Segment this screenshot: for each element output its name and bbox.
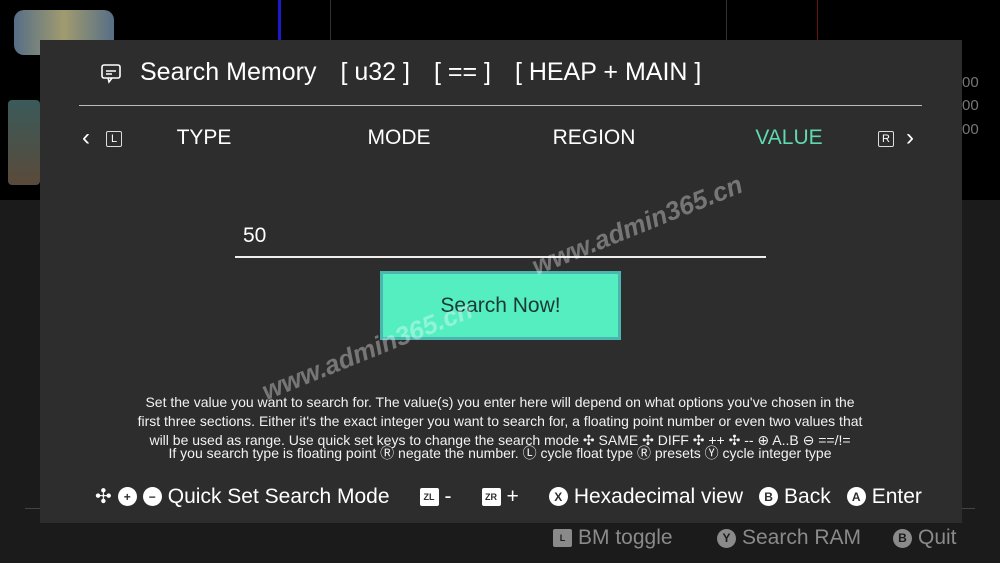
l-button-icon: L [106,131,122,147]
search-ram-hint[interactable]: Y Search RAM [717,526,861,550]
bg-line [817,0,818,40]
plus-button-icon: + [117,487,137,506]
dpad-icon: ✣ [95,486,112,508]
help-text: Set the value you want to search for. Th… [100,393,900,463]
r-button-icon: R [878,131,894,147]
value-input[interactable]: 50 [235,220,766,258]
bg-number: 00 [962,74,979,91]
hint-label: BM toggle [578,526,673,549]
tab-region[interactable]: REGION [553,126,636,150]
memory-icon [101,63,121,84]
bg-line [278,0,281,40]
tab-bar: ‹ L TYPE MODE REGION VALUE R › [80,124,922,154]
hexadecimal-view-hint[interactable]: Hexadecimal view [574,485,743,509]
quick-set-label: Quick Set Search Mode [167,484,390,508]
x-button-icon: X [548,487,568,506]
zl-button-icon: ZL [419,487,439,506]
hint-label: Search RAM [742,526,862,549]
quit-hint[interactable]: B Quit [893,526,957,550]
y-button-icon: Y [717,528,736,548]
enter-hint[interactable]: Enter [872,485,922,509]
chevron-left-icon[interactable]: ‹ [82,124,90,152]
bm-toggle-hint[interactable]: L BM toggle [553,526,673,550]
bg-line [330,0,331,40]
title-divider [79,105,922,106]
l-button-icon: L [553,529,572,547]
bg-line [726,0,727,40]
mode-tag: [ == ] [433,58,491,86]
tab-value[interactable]: VALUE [755,126,822,150]
b-button-icon: B [759,487,779,506]
dialog-title: Search Memory [ u32 ] [ == ] [ HEAP + MA… [100,58,725,87]
bg-number: 00 [962,97,979,114]
search-now-button[interactable]: Search Now! [380,271,621,340]
help-line: Set the value you want to search for. Th… [145,394,855,410]
tab-type[interactable]: TYPE [177,126,232,150]
zl-label: - [444,484,452,508]
region-tag: [ HEAP + MAIN ] [514,58,702,86]
back-hint[interactable]: Back [784,485,831,509]
tab-mode[interactable]: MODE [368,126,431,150]
help-line: If you search type is floating point Ⓡ n… [168,445,832,461]
b-button-icon: B [893,528,912,548]
a-button-icon: A [846,487,866,506]
hint-label: Quit [918,526,957,549]
dialog-footer: ✣ + − Quick Set Search Mode ZL - ZR + X … [95,484,922,509]
zr-label: + [506,484,519,508]
minus-button-icon: − [142,487,162,506]
title-text: Search Memory [140,58,317,86]
bg-number: 00 [962,121,979,138]
type-tag: [ u32 ] [340,58,410,86]
chevron-right-icon[interactable]: › [906,124,914,152]
zr-button-icon: ZR [481,487,501,506]
help-line: first three sections. Either it's the ex… [137,413,863,429]
game-thumbnail [8,100,40,185]
